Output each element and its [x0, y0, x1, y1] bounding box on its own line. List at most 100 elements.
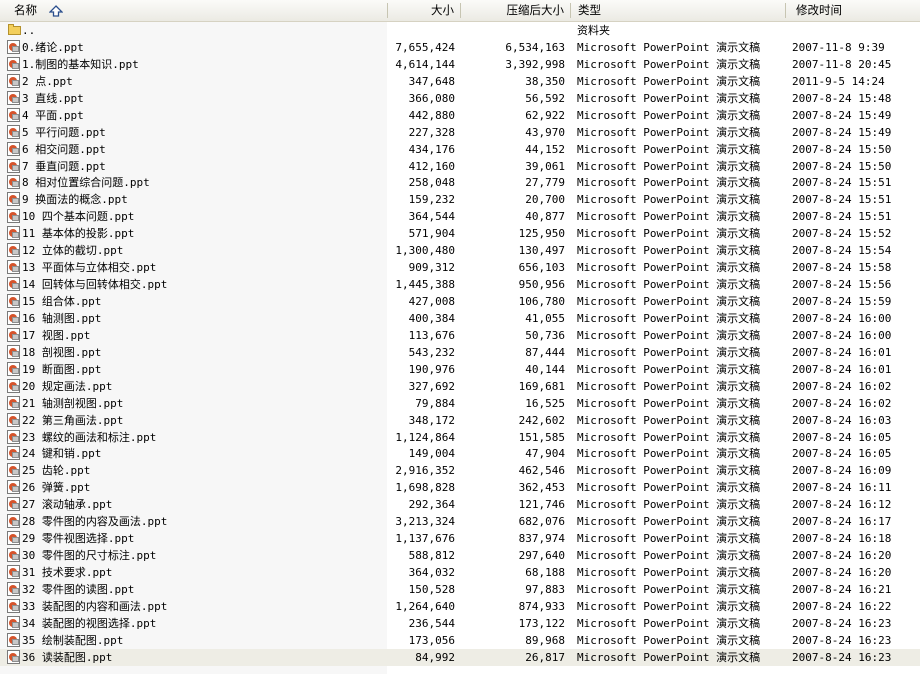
file-row[interactable]: 5 平行问题.ppt 227,328 43,970 Microsoft PowerPo…	[0, 124, 920, 141]
powerpoint-file-icon	[7, 243, 21, 258]
file-type: Microsoft PowerPoint 演示文稿	[577, 379, 761, 393]
file-modified: 2007-8-24 15:51	[792, 176, 892, 190]
file-modified: 2007-8-24 16:17	[792, 515, 892, 529]
file-compressed-size: 682,076	[518, 515, 565, 529]
file-row[interactable]: 18 剖视图.ppt 543,232 87,444 Microsoft PowerPo…	[0, 344, 920, 361]
file-row[interactable]: 2 点.ppt 347,648 38,350 Microsoft PowerPoint…	[0, 73, 920, 90]
file-compressed-size: 97,883	[525, 582, 565, 596]
file-row[interactable]: 35 绘制装配图.ppt 173,056 89,968 Microsoft Power…	[0, 632, 920, 649]
file-compressed-size: 44,152	[525, 142, 565, 156]
file-compressed-size: 38,350	[525, 74, 565, 88]
file-name: 10 四个基本问题.ppt	[22, 210, 135, 224]
file-size: 400,384	[408, 311, 455, 325]
file-row[interactable]: 23 螺纹的画法和标注.ppt 1,124,864 151,585 Microsoft…	[0, 429, 920, 446]
file-row[interactable]: 31 技术要求.ppt 364,032 68,188 Microsoft PowerP…	[0, 564, 920, 581]
file-modified: 2007-8-24 16:05	[792, 430, 892, 444]
file-size: 1,445,388	[395, 278, 455, 292]
column-divider[interactable]	[570, 3, 571, 18]
file-row[interactable]: 7 垂直问题.ppt 412,160 39,061 Microsoft PowerPo…	[0, 158, 920, 175]
file-row[interactable]: 6 相交问题.ppt 434,176 44,152 Microsoft PowerPo…	[0, 141, 920, 158]
file-size: 258,048	[408, 176, 455, 190]
file-row[interactable]: 8 相对位置综合问题.ppt 258,048 27,779 Microsoft Pow…	[0, 174, 920, 191]
file-row[interactable]: 22 第三角画法.ppt 348,172 242,602 Microsoft Powe…	[0, 412, 920, 429]
file-row[interactable]: 9 换面法的概念.ppt 159,232 20,700 Microsoft Power…	[0, 191, 920, 208]
file-row[interactable]: 1.制图的基本知识.ppt 4,614,144 3,392,998 Microsoft…	[0, 56, 920, 73]
file-compressed-size: 39,061	[525, 159, 565, 173]
sort-ascending-icon[interactable]	[49, 5, 63, 17]
file-compressed-size: 47,904	[525, 447, 565, 461]
file-type: Microsoft PowerPoint 演示文稿	[577, 447, 761, 461]
file-compressed-size: 40,144	[525, 362, 565, 376]
powerpoint-file-icon	[7, 90, 21, 105]
file-row[interactable]: 13 平面体与立体相交.ppt 909,312 656,103 Microsoft P…	[0, 259, 920, 276]
file-modified: 2007-8-24 16:23	[792, 633, 892, 647]
file-row[interactable]: 32 零件图的读图.ppt 150,528 97,883 Microsoft Powe…	[0, 581, 920, 598]
file-name: 5 平行问题.ppt	[22, 125, 106, 139]
file-row[interactable]: 24 键和销.ppt 149,004 47,904 Microsoft PowerPo…	[0, 445, 920, 462]
column-header: 名称 大小 压缩后大小 类型 修改时间	[0, 0, 920, 22]
column-modified-header[interactable]: 修改时间	[796, 0, 842, 21]
column-type-header[interactable]: 类型	[578, 0, 601, 21]
file-size: 1,698,828	[395, 481, 455, 495]
file-row[interactable]: 12 立体的截切.ppt 1,300,480 130,497 Microsoft Po…	[0, 242, 920, 259]
column-compressed-header[interactable]: 压缩后大小	[460, 0, 565, 21]
column-size-header[interactable]: 大小	[387, 0, 454, 21]
file-row[interactable]: 0.绪论.ppt 7,655,424 6,534,163 Microsoft Powe…	[0, 39, 920, 56]
file-row[interactable]: 16 轴测图.ppt 400,384 41,055 Microsoft PowerPo…	[0, 310, 920, 327]
file-type: Microsoft PowerPoint 演示文稿	[577, 599, 761, 613]
file-row[interactable]: 15 组合体.ppt 427,008 106,780 Microsoft PowerP…	[0, 293, 920, 310]
file-size: 190,976	[408, 362, 455, 376]
file-row[interactable]: 17 视图.ppt 113,676 50,736 Microsoft PowerPoi…	[0, 327, 920, 344]
file-row[interactable]: 30 零件图的尺寸标注.ppt 588,812 297,640 Microsoft P…	[0, 547, 920, 564]
file-compressed-size: 56,592	[525, 91, 565, 105]
file-row[interactable]: 3 直线.ppt 366,080 56,592 Microsoft PowerPoin…	[0, 90, 920, 107]
file-name: ..	[22, 24, 36, 37]
file-size: 79,884	[415, 396, 455, 410]
file-size: 588,812	[408, 549, 455, 563]
file-row[interactable]: 28 零件图的内容及画法.ppt 3,213,324 682,076 Microsof…	[0, 513, 920, 530]
file-size: 149,004	[408, 447, 455, 461]
file-row[interactable]: 34 装配图的视图选择.ppt 236,544 173,122 Microsoft P…	[0, 615, 920, 632]
powerpoint-file-icon	[7, 446, 21, 461]
file-size: 2,916,352	[395, 464, 455, 478]
file-modified: 2007-8-24 16:22	[792, 599, 892, 613]
file-type: 资料夹	[577, 24, 610, 37]
file-row[interactable]: 21 轴测剖视图.ppt 79,884 16,525 Microsoft PowerP…	[0, 395, 920, 412]
file-row[interactable]: 25 齿轮.ppt 2,916,352 462,546 Microsoft Power…	[0, 462, 920, 479]
file-type: Microsoft PowerPoint 演示文稿	[577, 74, 761, 88]
column-divider[interactable]	[785, 3, 786, 18]
file-row[interactable]: 14 回转体与回转体相交.ppt 1,445,388 950,956 Microsof…	[0, 276, 920, 293]
file-compressed-size: 27,779	[525, 176, 565, 190]
file-size: 364,032	[408, 566, 455, 579]
file-row[interactable]: 27 滚动轴承.ppt 292,364 121,746 Microsoft Power…	[0, 496, 920, 513]
file-modified: 2007-8-24 16:20	[792, 549, 892, 563]
file-row[interactable]: 19 断面图.ppt 190,976 40,144 Microsoft PowerPo…	[0, 361, 920, 378]
file-size: 543,232	[408, 345, 455, 359]
file-size: 909,312	[408, 261, 455, 275]
file-row[interactable]: 11 基本体的投影.ppt 571,904 125,950 Microsoft Pow…	[0, 225, 920, 242]
powerpoint-file-icon	[7, 141, 21, 156]
file-name: 24 键和销.ppt	[22, 447, 102, 461]
file-size: 442,880	[408, 108, 455, 122]
file-row[interactable]: 26 弹簧.ppt 1,698,828 362,453 Microsoft Power…	[0, 479, 920, 496]
file-row[interactable]: 36 读装配图.ppt 84,992 26,817 Microsoft PowerPo…	[0, 648, 920, 666]
file-type: Microsoft PowerPoint 演示文稿	[577, 515, 761, 529]
file-modified: 2007-8-24 16:01	[792, 362, 892, 376]
file-name: 6 相交问题.ppt	[22, 142, 106, 156]
file-row[interactable]: 4 平面.ppt 442,880 62,922 Microsoft PowerPoin…	[0, 107, 920, 124]
file-row[interactable]: 20 规定画法.ppt 327,692 169,681 Microsoft Power…	[0, 378, 920, 395]
file-row[interactable]: 33 装配图的内容和画法.ppt 1,264,640 874,933 Microsof…	[0, 598, 920, 615]
file-size: 1,124,864	[395, 430, 455, 444]
powerpoint-file-icon	[7, 226, 21, 241]
file-row[interactable]: 29 零件视图选择.ppt 1,137,676 837,974 Microsoft P…	[0, 530, 920, 547]
file-type: Microsoft PowerPoint 演示文稿	[577, 616, 761, 630]
file-type: Microsoft PowerPoint 演示文稿	[577, 481, 761, 495]
file-name: 11 基本体的投影.ppt	[22, 227, 135, 241]
parent-folder-row[interactable]: .. 资料夹	[0, 22, 920, 39]
column-name-header[interactable]: 名称	[14, 0, 37, 21]
file-row[interactable]: 10 四个基本问题.ppt 364,544 40,877 Microsoft Powe…	[0, 208, 920, 225]
file-compressed-size: 950,956	[518, 278, 565, 292]
file-size: 113,676	[408, 328, 455, 342]
folder-up-icon	[7, 23, 21, 37]
file-compressed-size: 151,585	[518, 430, 565, 444]
